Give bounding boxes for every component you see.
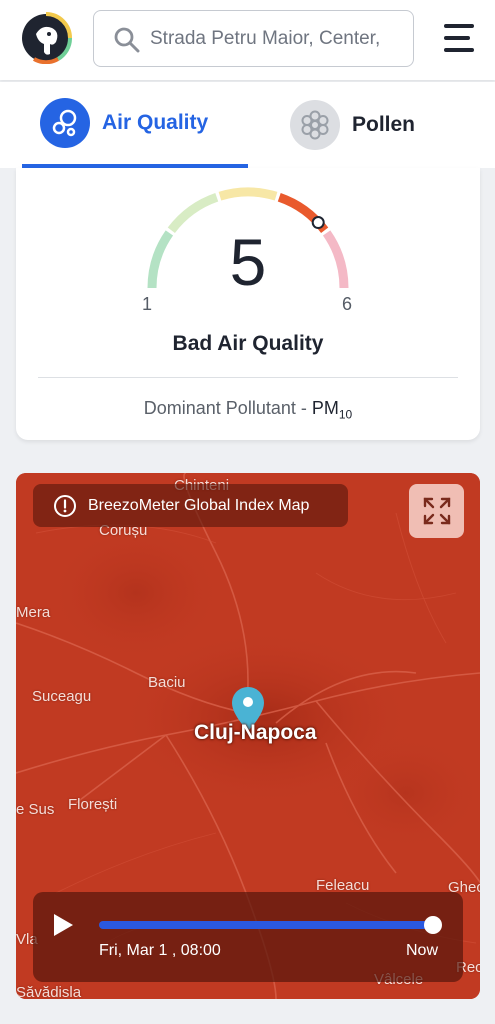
global-index-map[interactable]: Chinteni Corușu Mera Suceagu Baciu Flore… <box>16 473 480 999</box>
map-place-label: Suceagu <box>32 688 92 705</box>
info-circle-icon <box>54 494 76 517</box>
expand-icon <box>423 497 450 525</box>
aqi-value: 5 <box>229 225 267 299</box>
map-title-chip[interactable]: BreezoMeter Global Index Map <box>33 484 348 527</box>
map-place-label: e Sus <box>16 801 55 818</box>
map-place-label: Baciu <box>148 674 186 691</box>
tab-bar: Air Quality Pollen <box>0 82 495 168</box>
search-input[interactable] <box>150 21 400 57</box>
pollutant-name: PM <box>311 398 339 418</box>
gauge-max-label: 6 <box>342 294 353 314</box>
timeline-slider-track[interactable] <box>99 921 433 929</box>
gauge-segment <box>218 187 278 201</box>
timeline-end-label: Now <box>406 942 439 959</box>
dominant-pollutant: Dominant Pollutant - PM10 <box>16 398 480 422</box>
elephant-logo-icon[interactable] <box>20 12 72 64</box>
map-place-label: Săvădisla <box>16 984 82 999</box>
app-header <box>0 0 495 80</box>
timeline-player: Fri, Mar 1 , 08:00 Now <box>33 892 463 982</box>
dominant-pollutant-prefix: Dominant Pollutant - <box>143 398 312 418</box>
tab-air-quality[interactable]: Air Quality <box>22 82 248 168</box>
pollen-flower-icon <box>290 100 340 150</box>
hamburger-menu-icon[interactable] <box>440 20 476 56</box>
tab-air-quality-label: Air Quality <box>102 111 209 134</box>
air-quality-gauge-card: 5 1 6 Bad Air Quality Dominant Pollutant… <box>16 168 480 440</box>
gauge-min-label: 1 <box>142 294 153 314</box>
timeline-time: Fri, Mar 1 , 08:00 <box>99 942 221 959</box>
map-place-label: Florești <box>68 796 118 813</box>
pollutant-subscript: 10 <box>338 407 353 422</box>
map-place-label: Mera <box>16 604 51 621</box>
tab-pollen[interactable]: Pollen <box>290 82 470 168</box>
location-search-box[interactable] <box>93 10 414 67</box>
air-quality-status: Bad Air Quality <box>172 332 324 355</box>
divider <box>38 377 458 378</box>
expand-map-button[interactable] <box>409 484 464 538</box>
play-icon[interactable] <box>51 912 75 938</box>
air-bubbles-icon <box>40 98 90 148</box>
map-title: BreezoMeter Global Index Map <box>88 496 310 514</box>
city-label: Cluj-Napoca <box>194 721 317 744</box>
tab-pollen-label: Pollen <box>352 113 416 136</box>
timeline-slider-thumb[interactable] <box>424 916 442 934</box>
search-icon <box>114 27 140 53</box>
